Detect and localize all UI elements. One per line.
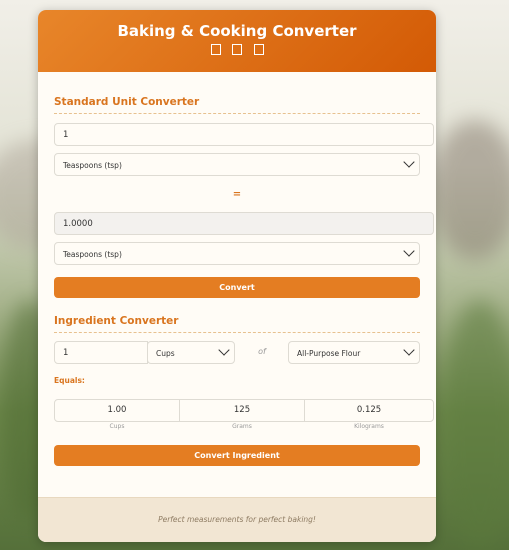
to-unit-select[interactable]: Teaspoons (tsp) (54, 242, 420, 265)
ingredient-unit-select[interactable]: Cups (147, 341, 235, 364)
app-title: Baking & Cooking Converter (117, 22, 357, 40)
standard-converter: Standard Unit Converter (54, 96, 420, 114)
ingredient-type-select[interactable]: All-Purpose Flour (288, 341, 420, 364)
placeholder-icon (232, 44, 242, 55)
from-unit-value: Teaspoons (tsp) (63, 161, 122, 170)
result-grams-label: Grams (232, 423, 252, 430)
converter-card: Baking & Cooking Converter Standard Unit… (38, 10, 436, 542)
of-label: of (258, 347, 266, 356)
convert-ingredient-button[interactable]: Convert Ingredient (54, 445, 420, 466)
equals-sign: = (232, 189, 242, 200)
ingredient-amount-input[interactable]: 1 (54, 341, 148, 364)
result-cups-label: Cups (109, 423, 125, 430)
ingredient-results: 1.00 125 0.125 Cups Grams Kilograms (54, 399, 434, 435)
ingredient-type-value: All-Purpose Flour (297, 349, 361, 358)
standard-value-input[interactable]: 1 (54, 123, 434, 146)
standard-result-output: 1.0000 (54, 212, 434, 235)
equals-label: Equals: (54, 376, 85, 385)
placeholder-icon (253, 44, 264, 55)
to-unit-value: Teaspoons (tsp) (63, 250, 122, 259)
chevron-down-icon (403, 245, 415, 257)
chevron-down-icon (403, 344, 415, 356)
convert-button[interactable]: Convert (54, 277, 420, 298)
from-unit-select[interactable]: Teaspoons (tsp) (54, 153, 420, 176)
chevron-down-icon (218, 344, 230, 356)
background-blob (430, 120, 509, 260)
ingredient-section-title: Ingredient Converter (54, 315, 420, 333)
ingredient-converter: Ingredient Converter (54, 315, 420, 333)
placeholder-icon (210, 44, 221, 55)
ingredient-unit-value: Cups (156, 349, 175, 358)
result-kilograms-value: 0.125 (304, 399, 434, 422)
background-blob (440, 300, 509, 550)
header: Baking & Cooking Converter (38, 10, 436, 72)
footer: Perfect measurements for perfect baking! (38, 497, 436, 542)
result-cups-value: 1.00 (54, 399, 180, 422)
standard-section-title: Standard Unit Converter (54, 96, 420, 114)
chevron-down-icon (403, 156, 415, 168)
result-kilograms-label: Kilograms (354, 423, 384, 430)
header-icons (38, 44, 436, 58)
result-grams-value: 125 (179, 399, 305, 422)
